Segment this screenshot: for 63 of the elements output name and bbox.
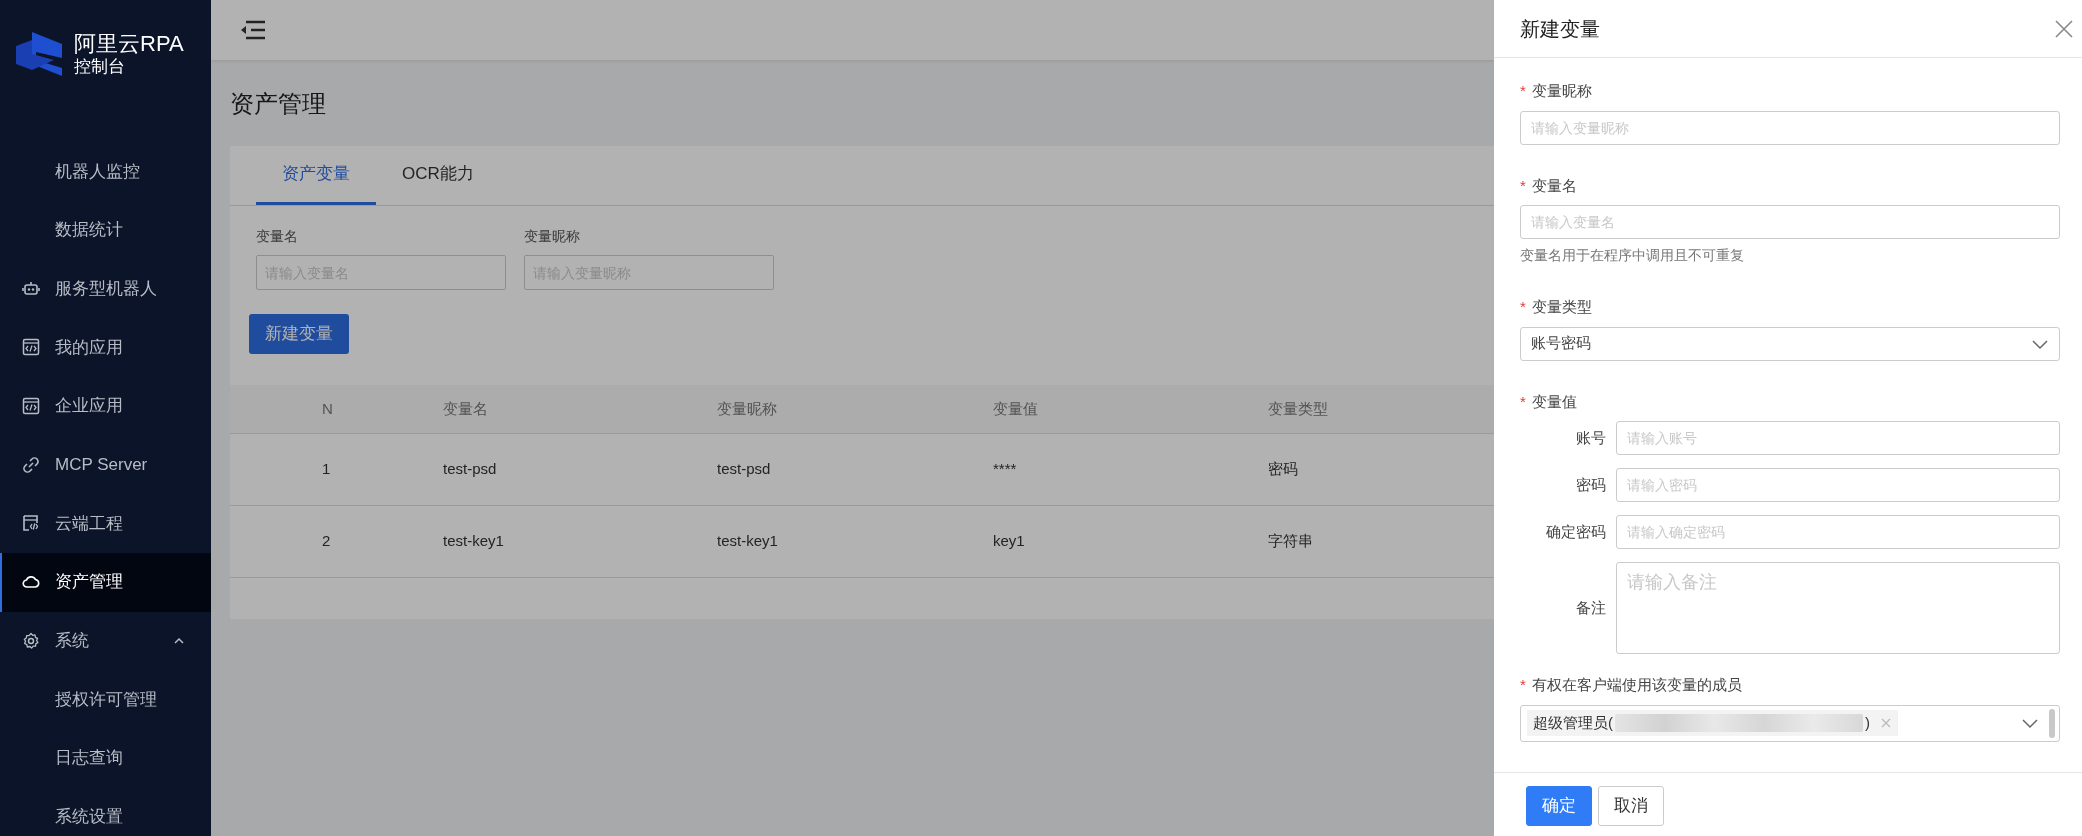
column-header: 变量名	[443, 385, 717, 434]
sidebar-item[interactable]: 云端工程	[0, 494, 211, 553]
field-label: 确定密码	[1545, 521, 1606, 542]
table-cell: test-psd	[717, 434, 993, 506]
table-cell: test-psd	[443, 434, 717, 506]
table-cell: 1	[230, 434, 443, 506]
sidebar-item[interactable]: 授权许可管理	[0, 670, 211, 729]
column-header: 变量值	[993, 385, 1268, 434]
code-window-icon	[22, 338, 40, 357]
required-mark: *	[1520, 391, 1526, 412]
sidebar-item[interactable]: 资产管理	[0, 552, 211, 612]
help-text: 变量名用于在程序中调用且不可重复	[1520, 246, 1745, 265]
select-value: 账号密码	[1531, 333, 1591, 354]
scrollbar	[2049, 708, 2055, 738]
code-document-icon	[22, 514, 40, 533]
logo-title: 阿里云RPA	[74, 30, 184, 57]
tab[interactable]: OCR能力	[376, 146, 500, 205]
table-cell: 2	[230, 506, 443, 578]
field-label: 变量类型	[1531, 297, 1592, 317]
sidebar-item[interactable]: 企业应用	[0, 376, 211, 436]
logo-subtitle: 控制台	[74, 57, 126, 78]
field-label: 变量名	[256, 227, 299, 246]
new-variable-button[interactable]: 新建变量	[249, 314, 349, 354]
table-cell: key1	[993, 506, 1268, 578]
sidebar-item[interactable]: 系统设置	[0, 787, 211, 836]
sidebar-item[interactable]: 系统	[0, 611, 211, 671]
code-window-icon	[22, 397, 40, 416]
field-label: 密码	[1575, 474, 1606, 495]
required-mark: *	[1520, 81, 1526, 101]
field-label: 变量昵称	[1531, 81, 1592, 101]
logo-icon	[14, 30, 64, 78]
required-mark: *	[1520, 675, 1526, 695]
field-label: 变量值	[1531, 391, 1577, 412]
sidebar-item[interactable]: 服务型机器人	[0, 259, 211, 319]
close-icon[interactable]	[2054, 18, 2074, 39]
drawer-title: 新建变量	[1520, 16, 1600, 42]
field-label: 变量昵称	[524, 227, 581, 246]
field-label: 变量名	[1531, 175, 1577, 196]
table-cell: test-key1	[717, 506, 993, 578]
settings-icon	[22, 631, 40, 650]
tag-text: )	[1865, 712, 1870, 733]
sidebar-item[interactable]: 数据统计	[0, 200, 211, 260]
table-cell: test-key1	[443, 506, 717, 578]
confirm-button[interactable]: 确定	[1526, 786, 1592, 826]
page-title: 资产管理	[230, 89, 326, 119]
column-header: 变量昵称	[717, 385, 993, 434]
sidebar-item[interactable]: MCP Server	[0, 435, 211, 495]
robot-icon	[22, 279, 40, 298]
field-label: 备注	[1575, 597, 1606, 618]
link-icon	[22, 455, 40, 474]
sidebar-item[interactable]: 机器人监控	[0, 142, 211, 201]
required-mark: *	[1520, 297, 1526, 317]
tab[interactable]: 资产变量	[256, 146, 376, 205]
table-cell: ****	[993, 434, 1268, 506]
column-header: N	[230, 385, 443, 434]
sidebar-item[interactable]: 日志查询	[0, 728, 211, 788]
member-select[interactable]: 超级管理员( )	[1520, 704, 2060, 742]
required-mark: *	[1520, 175, 1526, 196]
tag-text: 超级管理员(	[1533, 712, 1613, 733]
field-label: 有权在客户端使用该变量的成员	[1531, 675, 1742, 695]
cancel-button[interactable]: 取消	[1598, 786, 1664, 826]
sidebar-item[interactable]: 我的应用	[0, 318, 211, 377]
select-field[interactable]: 账号密码	[1520, 326, 2060, 361]
